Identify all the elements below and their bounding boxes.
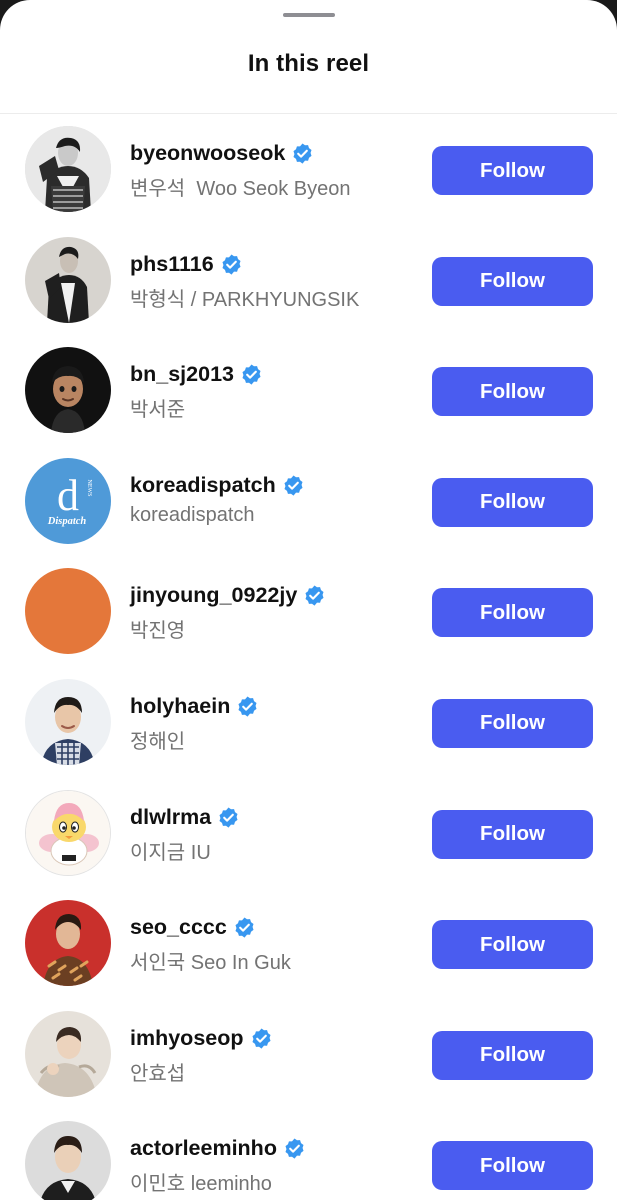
verified-badge-icon [283,1137,306,1160]
full-name: 이지금 IU [130,841,211,864]
username[interactable]: seo_cccc [130,915,227,940]
follow-button[interactable]: Follow [432,256,593,306]
avatar[interactable] [25,236,111,323]
verified-badge-icon [250,1027,273,1050]
verified-badge-icon [220,253,243,276]
username[interactable]: phs1116 [130,252,214,277]
username[interactable]: koreadispatch [130,473,276,498]
sheet-title: In this reel [247,50,370,77]
account-row[interactable]: holyhaein 정해인 Follow [0,667,617,778]
username[interactable]: bn_sj2013 [130,362,234,387]
username[interactable]: holyhaein [130,694,230,719]
avatar[interactable] [25,789,111,876]
avatar[interactable] [25,678,111,765]
avatar[interactable] [25,1010,111,1097]
sheet-drag-handle[interactable] [283,13,335,17]
full-name: 안효섭 [130,1062,186,1085]
follow-button[interactable]: Follow [432,698,593,748]
avatar[interactable]: d NEWS Dispatch [25,457,111,544]
username[interactable]: byeonwooseok [130,141,285,166]
account-row[interactable]: bn_sj2013 박서준 Follow [0,335,617,446]
account-row[interactable]: seo_cccc 서인국 Seo In Guk Follow [0,888,617,999]
account-row[interactable]: d NEWS Dispatch koreadispatch koreadispa… [0,446,617,557]
follow-button[interactable]: Follow [432,1030,593,1080]
full-name: 변우석 Woo Seok Byeon [130,178,351,200]
avatar[interactable] [25,1121,111,1200]
account-row[interactable]: dlwlrma 이지금 IU Follow [0,778,617,889]
avatar[interactable] [25,347,111,434]
full-name: 박서준 [130,399,186,422]
follow-button[interactable]: Follow [432,809,593,859]
verified-badge-icon [233,916,256,939]
full-name: 이민호 leeminho [130,1173,272,1196]
username[interactable]: dlwlrma [130,805,211,830]
follow-button[interactable]: Follow [432,588,593,638]
username[interactable]: imhyoseop [130,1026,244,1051]
svg-text:d: d [57,471,79,520]
username[interactable]: actorleeminho [130,1136,277,1161]
avatar[interactable] [25,126,111,212]
full-name: 박형식 / PARKHYUNGSIK [130,288,360,311]
full-name: koreadispatch [130,503,255,526]
full-name: 박진영 [130,620,186,643]
account-row[interactable]: phs1116 박형식 / PARKHYUNGSIK Follow [0,225,617,336]
avatar[interactable] [25,568,111,655]
verified-badge-icon [303,584,326,607]
follow-button[interactable]: Follow [432,477,593,527]
reel-people-sheet: In this reel byeonwooseok 변우석 Woo Seok B… [0,0,617,1200]
follow-button[interactable]: Follow [432,1141,593,1191]
full-name: 서인국 Seo In Guk [130,952,291,975]
follow-button[interactable]: Follow [432,920,593,970]
svg-text:NEWS: NEWS [86,479,92,496]
follow-button[interactable]: Follow [432,146,593,195]
account-row[interactable]: byeonwooseok 변우석 Woo Seok Byeon Follow [0,114,617,225]
avatar[interactable] [25,900,111,987]
verified-badge-icon [291,142,314,165]
account-row[interactable]: jinyoung_0922jy 박진영 Follow [0,556,617,667]
verified-badge-icon [236,695,259,718]
follow-button[interactable]: Follow [432,367,593,417]
full-name: 정해인 [130,730,186,753]
account-row[interactable]: actorleeminho 이민호 leeminho Follow [0,1109,617,1200]
username[interactable]: jinyoung_0922jy [130,583,297,608]
avatar-logo-text: Dispatch [47,516,87,527]
verified-badge-icon [240,363,263,386]
account-row[interactable]: imhyoseop 안효섭 Follow [0,999,617,1110]
verified-badge-icon [282,474,305,497]
verified-badge-icon [217,806,240,829]
account-list: byeonwooseok 변우석 Woo Seok Byeon Follow p… [0,114,617,1200]
